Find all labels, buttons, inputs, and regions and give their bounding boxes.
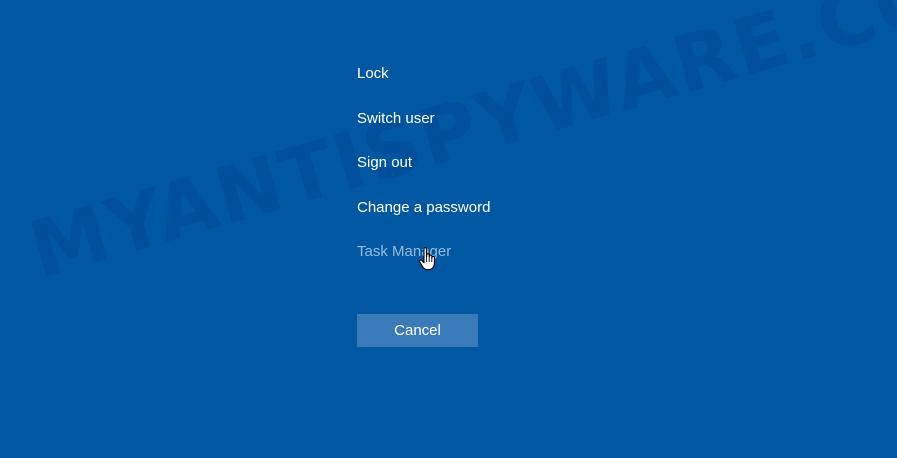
security-options-menu: Lock Switch user Sign out Change a passw… xyxy=(357,62,490,285)
task-manager-option[interactable]: Task Manager xyxy=(357,240,490,285)
cancel-button[interactable]: Cancel xyxy=(357,314,478,347)
change-password-option[interactable]: Change a password xyxy=(357,196,490,241)
sign-out-option[interactable]: Sign out xyxy=(357,151,490,196)
switch-user-option[interactable]: Switch user xyxy=(357,107,490,152)
lock-option[interactable]: Lock xyxy=(357,62,490,107)
